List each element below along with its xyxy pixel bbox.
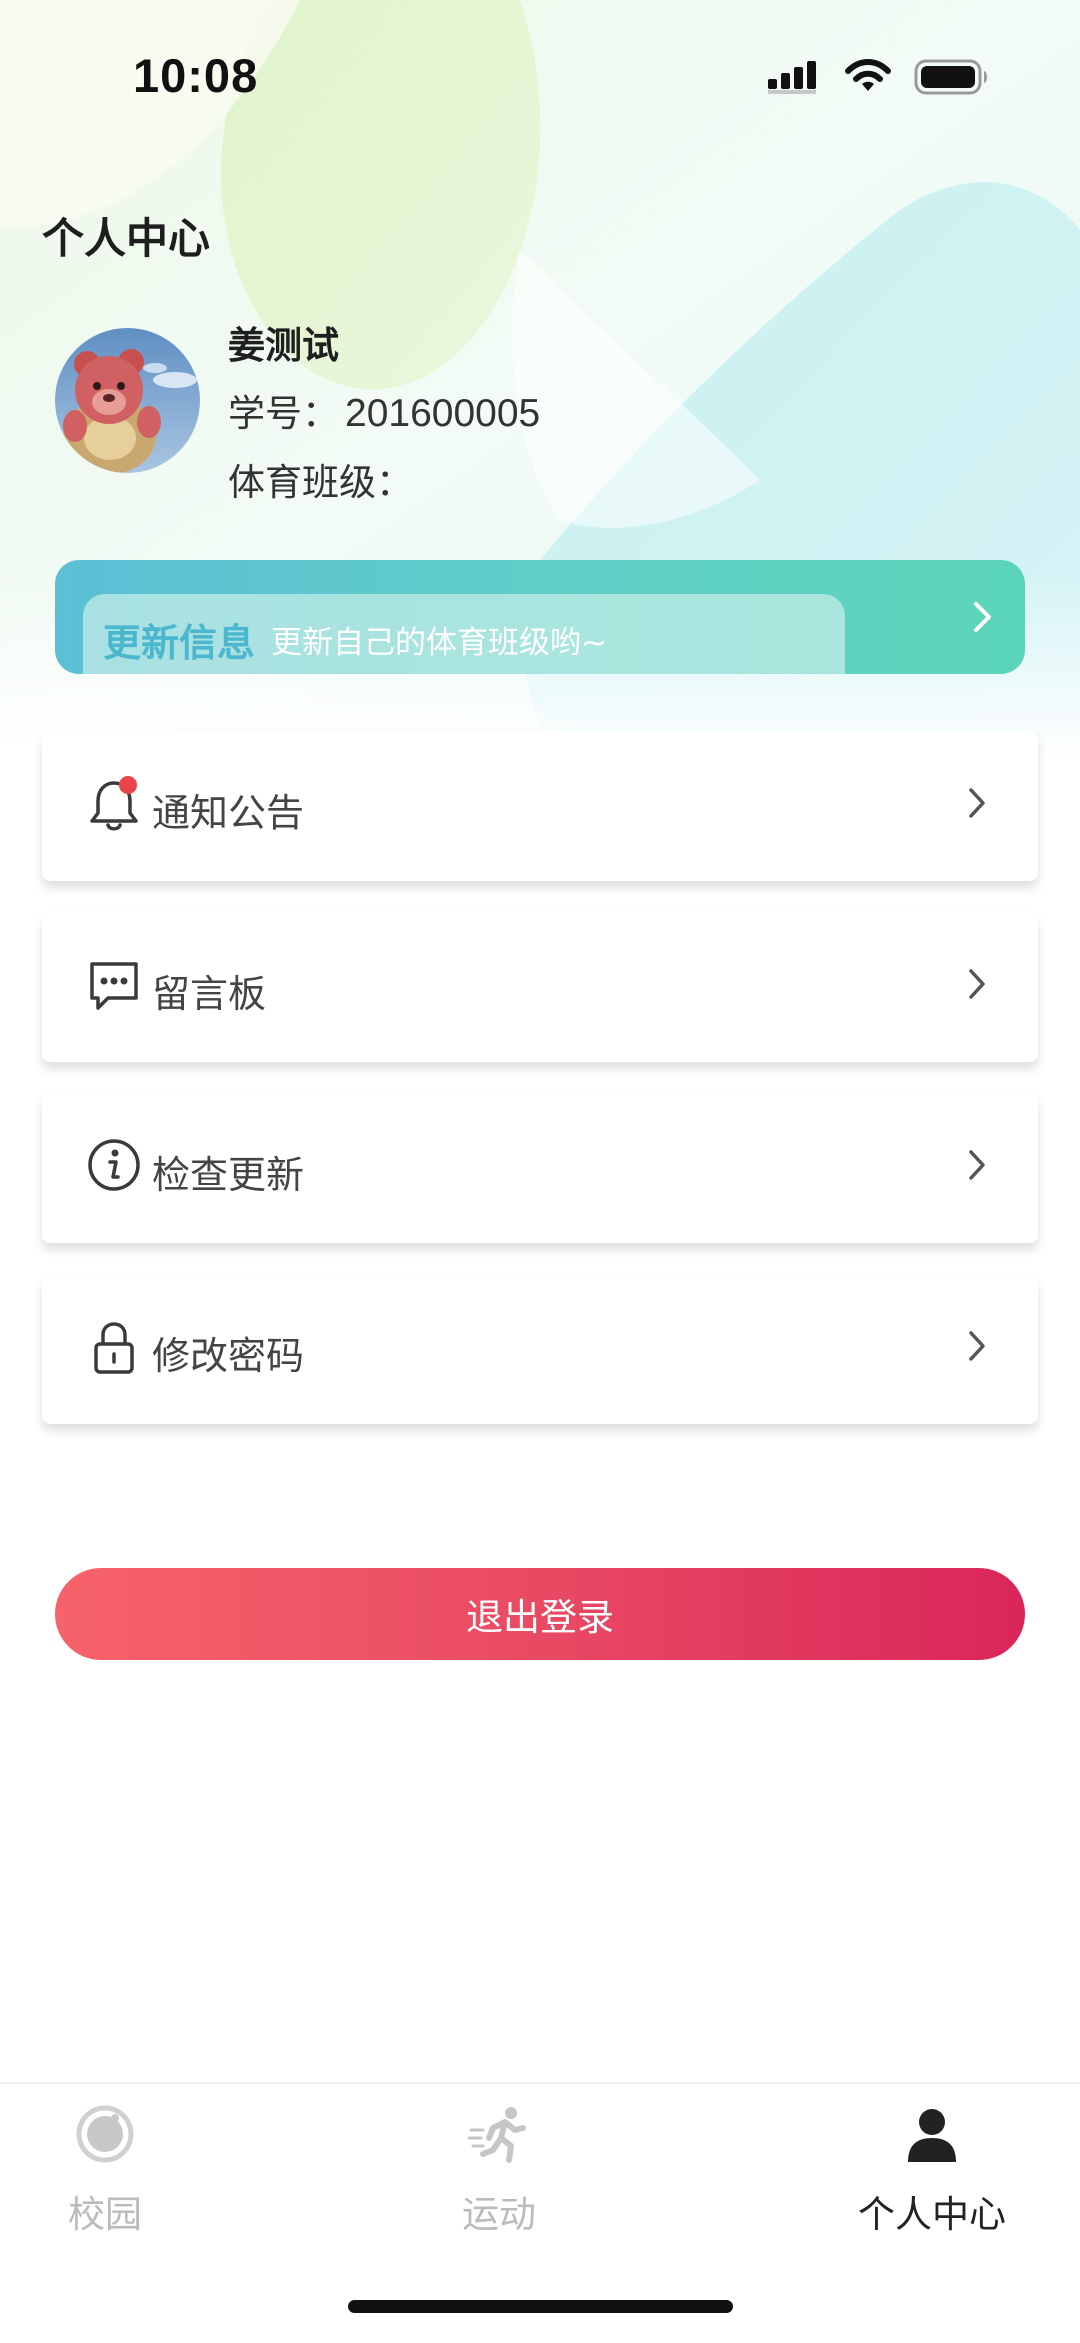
sports-class-row: 体育班级： — [228, 452, 419, 506]
menu-label: 修改密码 — [152, 1334, 305, 1378]
person-icon — [908, 2109, 956, 2162]
student-id-row: 学号： 201600005 — [228, 383, 540, 437]
sports-class-label: 体育班级： — [228, 461, 413, 504]
message-icon — [90, 962, 138, 1010]
battery-icon — [914, 59, 987, 95]
menu-item-notices[interactable]: 通知公告 — [42, 731, 1038, 881]
user-name: 姜测试 — [228, 324, 339, 367]
avatar[interactable] — [55, 328, 200, 473]
home-indicator — [348, 2300, 733, 2313]
chevron-right-icon — [974, 602, 991, 632]
menu-item-check-update[interactable]: 检查更新 — [42, 1093, 1038, 1243]
running-icon — [467, 2107, 526, 2163]
menu-label: 留言板 — [152, 972, 267, 1016]
status-time: 10:08 — [133, 49, 259, 102]
chevron-right-icon — [969, 969, 985, 999]
page-title: 个人中心 — [42, 214, 211, 263]
status-icons — [766, 58, 990, 96]
student-id-label: 学号： — [228, 392, 339, 435]
signal-icon — [768, 61, 816, 94]
lock-icon — [94, 1322, 134, 1374]
tab-label: 个人中心 — [858, 2193, 1006, 2236]
student-id-value: 201600005 — [345, 392, 541, 435]
info-icon — [88, 1139, 140, 1191]
wifi-icon — [845, 59, 891, 91]
menu-label: 通知公告 — [152, 791, 305, 835]
chevron-right-icon — [969, 1331, 985, 1361]
tab-sports[interactable]: 运动 — [462, 2104, 536, 2238]
notification-badge — [119, 776, 137, 794]
logout-button[interactable]: 退出登录 — [55, 1568, 1025, 1660]
status-bar: 10:08 — [0, 0, 1080, 150]
menu-item-message-board[interactable]: 留言板 — [42, 912, 1038, 1062]
menu-item-change-password[interactable]: 修改密码 — [42, 1274, 1038, 1424]
update-info-banner[interactable]: 更新信息 更新自己的体育班级哟~ — [55, 560, 1025, 674]
tab-label: 运动 — [462, 2193, 536, 2236]
bell-icon — [90, 776, 138, 831]
update-banner-title: 更新信息 — [103, 621, 256, 665]
campus-icon — [76, 2105, 134, 2163]
menu-label: 检查更新 — [152, 1153, 305, 1197]
tab-label: 校园 — [68, 2193, 142, 2236]
chevron-right-icon — [969, 1150, 985, 1180]
chevron-right-icon — [969, 788, 985, 818]
tab-campus[interactable]: 校园 — [68, 2104, 142, 2238]
update-banner-description: 更新自己的体育班级哟~ — [271, 625, 607, 661]
tab-profile[interactable]: 个人中心 — [858, 2104, 1006, 2238]
